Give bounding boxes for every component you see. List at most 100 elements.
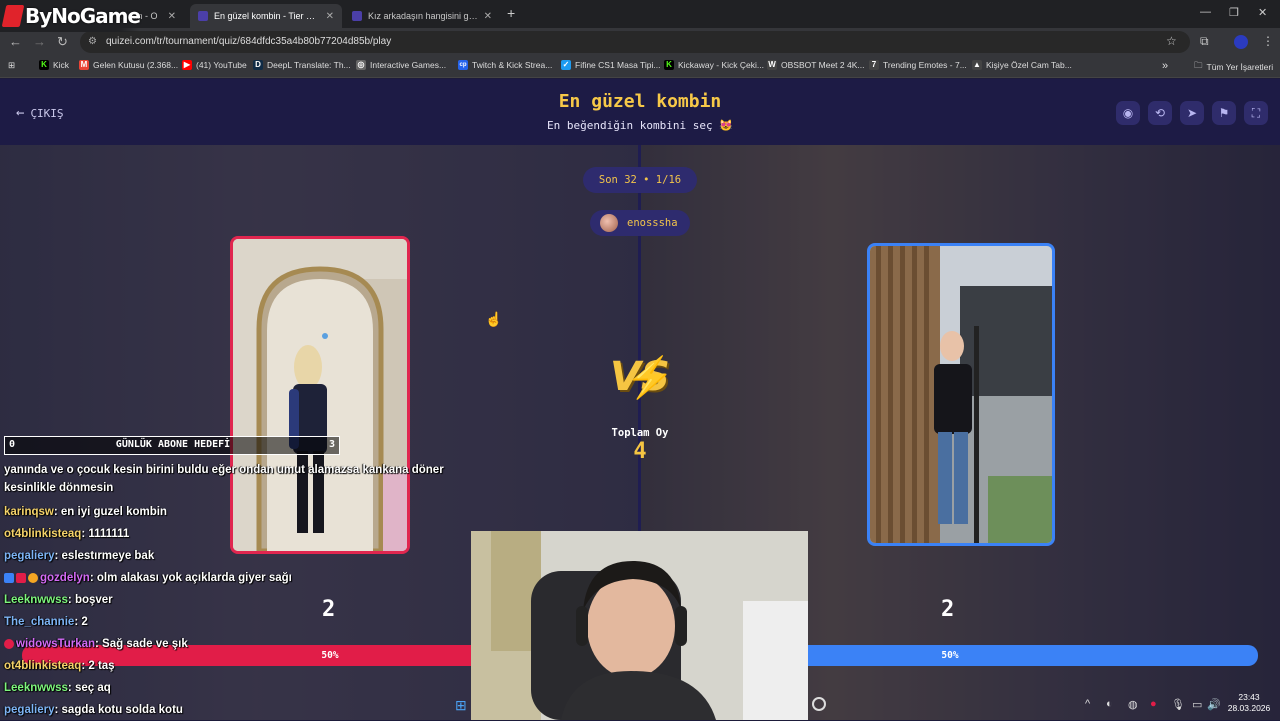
back-icon[interactable]: ← bbox=[9, 34, 22, 49]
bookmark-cam-tablo[interactable]: ▲ Kişiye Özel Cam Tab... bbox=[972, 60, 1072, 70]
chat-message: ot4blinkisteaq : 1111111 bbox=[4, 523, 474, 545]
verified-icon: ✓ bbox=[561, 60, 571, 70]
clock-time: 23:43 bbox=[1238, 692, 1260, 702]
bookmark-label: Gelen Kutusu (2.368... bbox=[93, 60, 179, 70]
url-field[interactable]: ⚙ quizei.com/tr/tournament/quiz/684dfdc3… bbox=[80, 31, 1190, 53]
system-clock[interactable]: 23:43 28.03.2026 bbox=[1222, 692, 1276, 714]
extensions-icon[interactable]: ⧉ bbox=[1200, 34, 1209, 49]
url-text: quizei.com/tr/tournament/quiz/684dfdc35a… bbox=[106, 36, 392, 47]
clock-date: 28.03.2026 bbox=[1227, 703, 1271, 713]
chat-text: : 2 taş bbox=[81, 660, 115, 672]
more-bookmarks-icon[interactable]: » bbox=[1162, 60, 1168, 72]
bookmark-label: (41) YouTube bbox=[196, 60, 247, 70]
bookmark-label: Kick bbox=[53, 60, 70, 70]
tab-favicon-icon bbox=[198, 11, 208, 21]
bookmark-interactive-games[interactable]: ◎ Interactive Games... bbox=[356, 60, 446, 70]
forward-icon[interactable]: → bbox=[33, 34, 46, 49]
menu-kebab-icon[interactable]: ⋮ bbox=[1262, 34, 1274, 48]
chat-message: Leeknwwss : boşver bbox=[4, 589, 474, 611]
goal-label: GÜNLÜK ABONE HEDEFİ bbox=[115, 439, 231, 450]
bookmark-deepl[interactable]: D DeepL Translate: Th... bbox=[253, 60, 351, 70]
right-outfit-photo bbox=[870, 246, 1052, 543]
7tv-icon: 7 bbox=[869, 60, 879, 70]
triangle-icon: ▲ bbox=[972, 60, 982, 70]
volume-icon[interactable]: 🔊 bbox=[1207, 698, 1221, 711]
chat-message: ot4blinkisteaq : 2 taş bbox=[4, 655, 474, 677]
logo-mark-icon bbox=[1, 5, 25, 27]
badge-icon bbox=[16, 573, 26, 583]
quiz-title: En güzel kombin bbox=[558, 91, 722, 112]
chat-message: gozdelyn : olm alakası yok açıklarda giy… bbox=[4, 567, 474, 589]
browser-tab-2[interactable]: Kız arkadaşın hangisini giyebilir ✕ bbox=[344, 4, 500, 28]
chat-text: : 2 bbox=[74, 616, 88, 628]
badge-icon bbox=[4, 573, 14, 583]
chat-text: : en iyi guzel kombin bbox=[53, 506, 167, 518]
reload-icon[interactable]: ↻ bbox=[57, 34, 68, 50]
browser-tab-1[interactable]: En güzel kombin - Tier List, Kör ✕ bbox=[190, 4, 342, 28]
chat-text: : Sağ sade ve şık bbox=[95, 638, 188, 650]
chat-username: karinqsw bbox=[4, 506, 54, 518]
share-icon[interactable]: ⟲ bbox=[1148, 101, 1172, 125]
obs-icon[interactable] bbox=[812, 697, 826, 711]
discord-icon[interactable]: ◐ bbox=[1106, 698, 1113, 710]
chevron-up-icon[interactable]: ^ bbox=[1085, 698, 1090, 710]
bookmark-7tv[interactable]: 7 Trending Emotes - 7... bbox=[869, 60, 967, 70]
right-option-card[interactable] bbox=[867, 243, 1055, 546]
bookmark-label: Twitch & Kick Strea... bbox=[472, 60, 553, 70]
steam-icon[interactable]: ◍ bbox=[1128, 698, 1138, 711]
creator-username: enosssha bbox=[627, 217, 678, 229]
restore-icon[interactable]: ❐ bbox=[1229, 6, 1239, 19]
right-vote-count: 2 bbox=[941, 597, 955, 622]
close-window-icon[interactable]: ✕ bbox=[1258, 6, 1267, 19]
bookmark-twitch-kick[interactable]: cp Twitch & Kick Strea... bbox=[458, 60, 552, 70]
stream-chat: yanında ve o çocuk kesin birini buldu eğ… bbox=[4, 461, 474, 721]
flag-icon[interactable]: ⚑ bbox=[1212, 101, 1236, 125]
chat-text: : 1111111 bbox=[81, 528, 130, 540]
apps-grid-icon[interactable]: ⊞ bbox=[8, 60, 15, 71]
folder-icon: 🗀 bbox=[1194, 60, 1203, 70]
record-icon[interactable]: ● bbox=[1150, 698, 1157, 710]
bookmark-youtube[interactable]: ▶ (41) YouTube bbox=[182, 60, 247, 70]
fullscreen-icon[interactable]: ⛶ bbox=[1244, 101, 1268, 125]
new-tab-icon[interactable]: + bbox=[507, 5, 515, 21]
close-tab-icon[interactable]: ✕ bbox=[484, 11, 492, 22]
chat-username: pegaliery bbox=[4, 550, 55, 562]
bookmark-fifine[interactable]: ✓ Fifine CS1 Masa Tipi... bbox=[561, 60, 661, 70]
bookmark-label: DeepL Translate: Th... bbox=[267, 60, 351, 70]
profile-avatar[interactable] bbox=[1234, 35, 1248, 49]
bookmark-gmail[interactable]: M Gelen Kutusu (2.368... bbox=[79, 60, 178, 70]
wordpress-icon: W bbox=[767, 60, 777, 70]
avatar bbox=[600, 214, 618, 232]
bookmark-label: OBSBOT Meet 2 4K... bbox=[781, 60, 865, 70]
windows-start-icon[interactable]: ⊞ bbox=[455, 697, 467, 714]
bookmark-label: Kişiye Özel Cam Tab... bbox=[986, 60, 1072, 70]
bookmark-star-icon[interactable]: ☆ bbox=[1166, 34, 1177, 48]
address-bar-row: ← → ↻ ⚙ quizei.com/tr/tournament/quiz/68… bbox=[0, 28, 1280, 56]
kick-icon: K bbox=[39, 60, 49, 70]
browser-tab-bar: ByNoGame ...dan - O ✕ En güzel kombin - … bbox=[0, 0, 1280, 32]
microphone-icon[interactable]: 🎙 bbox=[1171, 698, 1185, 711]
minimize-icon[interactable]: — bbox=[1200, 6, 1211, 18]
chat-message: The_channie : 2 bbox=[4, 611, 474, 633]
tab-title: Kız arkadaşın hangisini giyebilir bbox=[368, 11, 478, 21]
network-icon[interactable]: ▭ bbox=[1192, 698, 1202, 711]
close-tab-icon[interactable]: ✕ bbox=[326, 11, 334, 22]
creator-badge[interactable]: enosssha bbox=[590, 210, 690, 236]
globe-icon: ◎ bbox=[356, 60, 366, 70]
site-info-icon[interactable]: ⚙ bbox=[88, 37, 97, 47]
eye-icon[interactable]: ◉ bbox=[1116, 101, 1140, 125]
close-tab-icon[interactable]: ✕ bbox=[168, 11, 176, 22]
bookmark-kick[interactable]: K Kick bbox=[39, 60, 69, 70]
chat-text: : eslestırmeye bak bbox=[54, 550, 155, 562]
send-icon[interactable]: ➤ bbox=[1180, 101, 1204, 125]
chat-message: yanında ve o çocuk kesin birini buldu eğ… bbox=[4, 461, 474, 497]
chat-message: pegaliery : eslestırmeye bak bbox=[4, 545, 474, 567]
bynogame-logo: ByNoGame bbox=[0, 0, 141, 32]
quiz-header: ← ÇIKIŞ En güzel kombin En beğendiğin ko… bbox=[0, 79, 1280, 145]
all-bookmarks[interactable]: 🗀 Tüm Yer İşaretleri bbox=[1194, 60, 1273, 74]
badge-icon bbox=[4, 639, 14, 649]
bookmark-kickaway[interactable]: K Kickaway - Kick Çeki... bbox=[664, 60, 764, 70]
total-votes-value: 4 bbox=[633, 439, 647, 464]
bookmark-obsbot[interactable]: W OBSBOT Meet 2 4K... bbox=[767, 60, 864, 70]
cp-icon: cp bbox=[458, 60, 468, 70]
